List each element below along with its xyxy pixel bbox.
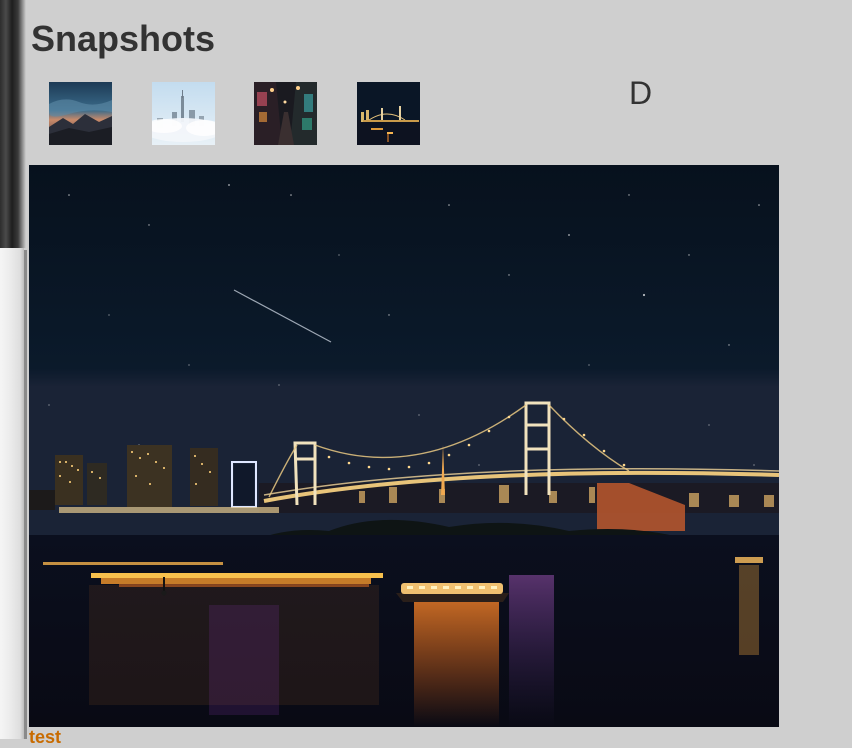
mountain-sunset-thumbnail-icon: [49, 82, 112, 145]
thumbnail-foggy-city[interactable]: [152, 82, 215, 145]
foggy-city-thumbnail-icon: [152, 82, 215, 145]
page-title: Snapshots: [31, 18, 216, 59]
left-edge-paper-strip: [0, 248, 24, 739]
night-bridge-photo-icon: [29, 165, 779, 727]
thumbnail-night-bridge[interactable]: [357, 82, 420, 145]
photo-caption-link[interactable]: test: [29, 727, 61, 748]
window-left-edge: [0, 0, 28, 739]
neon-street-thumbnail-icon: [254, 82, 317, 145]
corner-letter: D: [629, 75, 653, 111]
thumbnail-neon-street[interactable]: [254, 82, 317, 145]
night-bridge-thumbnail-icon: [357, 82, 420, 145]
left-edge-dark-strip: [0, 0, 28, 248]
thumbnail-mountain-sunset[interactable]: [49, 82, 112, 145]
left-edge-divider: [24, 250, 27, 739]
main-photo: [29, 165, 779, 727]
